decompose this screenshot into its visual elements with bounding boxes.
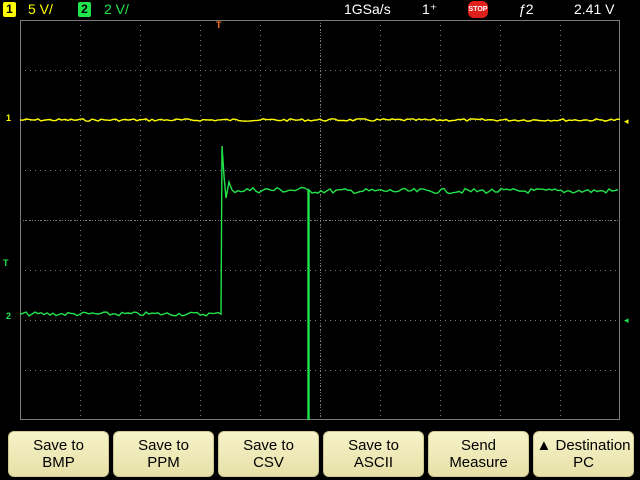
ch2-trace [20,145,619,420]
softkey-label-line1: ▲ Destination [536,437,631,454]
ch2-scale[interactable]: 2 V/ [104,0,129,19]
softkey-label-line1: Save to [33,437,84,454]
softkey-label-line1: Save to [348,437,399,454]
status-bar: 1 5 V/ 2 2 V/ 1GSa/s 1⁺ STOP ƒ2 2.41 V [0,0,640,19]
trigger-source[interactable]: ƒ2 [518,0,534,19]
waveform-area [20,118,620,420]
stop-icon[interactable]: STOP [468,1,488,18]
softkey-bar: Save to BMP Save to PPM Save to CSV Save to… [0,426,640,480]
ch1-number-badge[interactable]: 1 [3,2,16,17]
softkey-label-line1: Save to [138,437,189,454]
softkey-label-line2: Measure [449,454,508,471]
softkey-label-line2: CSV [253,454,284,471]
softkey-label-line2: PPM [147,454,180,471]
ch2-ground-marker[interactable]: 2 [6,311,11,321]
softkey-label-line1: Save to [243,437,294,454]
send-measure-button[interactable]: Send Measure [428,431,529,477]
waveform-display[interactable] [20,20,620,420]
ch1-scale[interactable]: 5 V/ [28,0,53,19]
ch1-right-arrow-icon: ◂ [624,116,629,126]
softkey-label-line2: BMP [42,454,75,471]
ch1-ground-marker[interactable]: 1 [6,113,11,123]
trigger-position-marker[interactable]: T [216,20,222,30]
destination-pc-button[interactable]: ▲ Destination PC [533,431,634,477]
softkey-label-line1: Send [460,437,497,454]
ch2-number-badge[interactable]: 2 [78,2,91,17]
softkey-label-line2: ASCII [353,454,394,471]
ch1-trace [20,118,620,123]
sample-rate: 1GSa/s [344,1,391,17]
rising-edge-trigger-icon: ƒ [518,1,526,17]
save-to-ppm-button[interactable]: Save to PPM [113,431,214,477]
acquisition-mode: 1⁺ [422,1,438,17]
save-to-csv-button[interactable]: Save to CSV [218,431,319,477]
save-to-ascii-button[interactable]: Save to ASCII [323,431,424,477]
save-to-bmp-button[interactable]: Save to BMP [8,431,109,477]
trigger-level-marker[interactable]: T [3,258,9,268]
ch2-right-arrow-icon: ◂ [624,315,629,325]
softkey-label-line2: PC [573,454,594,471]
trigger-level: 2.41 V [574,1,615,17]
trigger-source-channel: 2 [525,1,534,17]
